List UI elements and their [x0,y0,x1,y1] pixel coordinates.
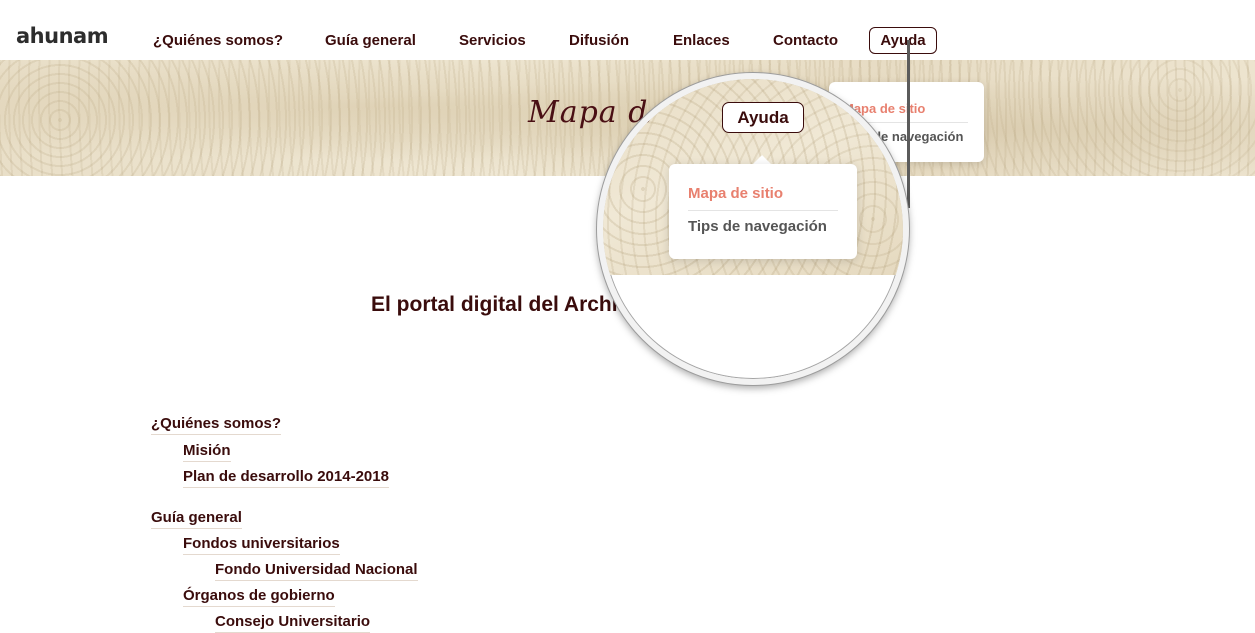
sitemap-link-consejo-universitario[interactable]: Consejo Universitario [215,613,371,633]
magnified-ayuda-dropdown: Mapa de sitio Tips de navegación [669,164,857,259]
sitemap-link-plan-desarrollo[interactable]: Plan de desarrollo 2014-2018 [183,468,389,488]
zoom-connector-line [907,40,910,208]
magnified-ayuda-button[interactable]: Ayuda [722,102,804,133]
sitemap-link-mision[interactable]: Misión [183,442,231,462]
sitemap-link-guia-general[interactable]: Guía general [151,509,242,529]
nav-ayuda-button[interactable]: Ayuda [869,27,937,54]
dropdown-caret-icon [753,155,771,164]
sitemap-link-organos-gobierno[interactable]: Órganos de gobierno [183,587,335,607]
top-navbar: ahunam ¿Quiénes somos? Guía general Serv… [0,0,1255,60]
nav-quienes-somos[interactable]: ¿Quiénes somos? [153,32,283,49]
magnified-dropdown-divider [688,210,838,211]
sitemap-link-fondos-universitarios[interactable]: Fondos universitarios [183,535,340,555]
nav-servicios[interactable]: Servicios [459,32,526,49]
site-logo[interactable]: ahunam [16,24,109,48]
nav-enlaces[interactable]: Enlaces [673,32,730,49]
nav-contacto[interactable]: Contacto [773,32,838,49]
magnified-item-mapa-sitio[interactable]: Mapa de sitio [688,185,783,202]
nav-difusion[interactable]: Difusión [569,32,629,49]
magnified-nav-contacto-fragment: cto [625,108,651,127]
sitemap-link-quienes-somos[interactable]: ¿Quiénes somos? [151,415,282,435]
magnified-item-tips-navegacion[interactable]: Tips de navegación [688,218,827,235]
nav-guia-general[interactable]: Guía general [325,32,416,49]
sitemap-link-fondo-universidad-nacional[interactable]: Fondo Universidad Nacional [215,561,418,581]
zoom-magnifier: cto Ayuda Mapa de sitio Tips de navegaci… [597,73,909,385]
